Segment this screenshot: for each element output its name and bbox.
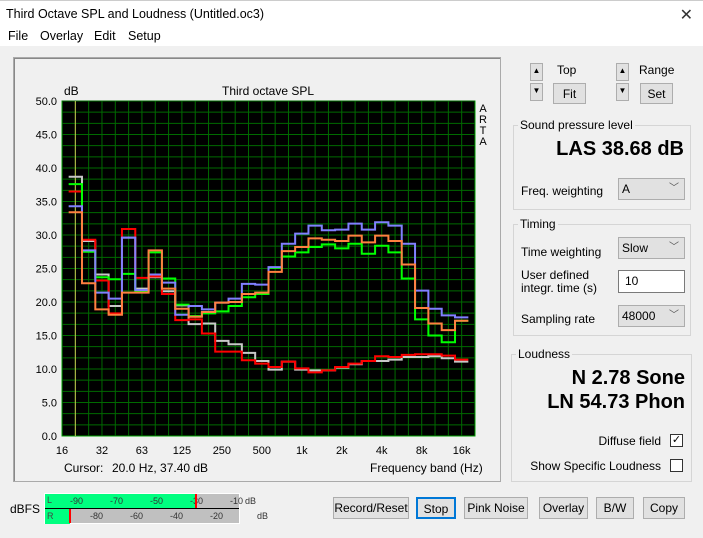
meter-L-tick: -10 xyxy=(230,496,244,506)
sampling-rate-select[interactable]: 48000 ﹀ xyxy=(618,305,685,327)
chevron-down-icon: ﹀ xyxy=(669,242,679,253)
integr-time-label-1: User defined xyxy=(521,268,590,282)
y-tick-label: 15.0 xyxy=(36,331,57,343)
timing-group-label: Timing xyxy=(518,217,558,231)
pink-noise-button[interactable]: Pink Noise xyxy=(464,497,528,519)
peak-marker xyxy=(69,509,72,523)
meter-R-tick: -40 xyxy=(170,511,184,521)
specific-loudness-checkbox[interactable] xyxy=(670,459,683,472)
specific-loudness-label: Show Specific Loudness xyxy=(530,459,661,473)
spl-value: LAS 38.68 dB xyxy=(556,138,684,160)
freq-weighting-value: A xyxy=(622,182,631,196)
loudness-group-label: Loudness xyxy=(516,347,573,361)
peak-marker xyxy=(194,494,197,508)
time-weighting-value: Slow xyxy=(622,241,649,255)
integr-time-label-2: integr. time (s) xyxy=(521,281,598,295)
cursor-label: Cursor: xyxy=(64,461,104,475)
meter-R-label: R xyxy=(47,511,54,521)
x-tick-label: 32 xyxy=(96,445,108,457)
meter-L-label: L xyxy=(47,495,53,505)
x-tick-label: 250 xyxy=(213,445,231,457)
fit-button[interactable]: Fit xyxy=(553,83,586,104)
diffuse-field-checkbox[interactable]: ✓ xyxy=(670,434,683,447)
integr-time-input[interactable]: 10 xyxy=(618,270,685,293)
meter-L-tick: -70 xyxy=(110,496,124,506)
timing-group: Timing Time weighting Slow ﹀ User defined… xyxy=(513,217,691,336)
y-tick-label: 5.0 xyxy=(42,398,57,410)
freq-weighting-select[interactable]: A ﹀ xyxy=(618,178,685,200)
x-tick-label: 8k xyxy=(416,445,428,457)
y-tick-label: 30.0 xyxy=(36,230,57,242)
range-up-button[interactable]: ▲ xyxy=(616,63,629,81)
record-reset-button[interactable]: Record/Reset xyxy=(333,497,409,519)
stop-button[interactable]: Stop xyxy=(416,497,456,519)
overlay-button[interactable]: Overlay xyxy=(539,497,588,519)
top-label: Top xyxy=(557,63,577,77)
meter-R-tick: -80 xyxy=(90,511,104,521)
x-tick-label: 63 xyxy=(136,445,148,457)
spl-group-label: Sound pressure level xyxy=(518,118,635,132)
y-tick-label: 20.0 xyxy=(36,297,57,309)
x-tick-label: 4k xyxy=(376,445,388,457)
meter-L-tick: -50 xyxy=(150,496,164,506)
set-button[interactable]: Set xyxy=(640,83,673,104)
meter-R-tick: -20 xyxy=(210,511,224,521)
x-axis-label: Frequency band (Hz) xyxy=(370,461,483,475)
freq-weighting-label: Freq. weighting xyxy=(521,184,604,198)
x-tick-label: 1k xyxy=(296,445,308,457)
y-tick-label: 45.0 xyxy=(36,130,57,142)
x-tick-label: 16k xyxy=(453,445,471,457)
spl-group: Sound pressure level LAS 38.68 dB Freq. … xyxy=(513,118,691,210)
chevron-down-icon: ﹀ xyxy=(669,310,679,321)
y-tick-label: 35.0 xyxy=(36,197,57,209)
y-tick-label: 0.0 xyxy=(42,431,57,443)
cursor-value: 20.0 Hz, 37.40 dB xyxy=(112,461,209,475)
side-label: A xyxy=(479,136,487,148)
meter-R-tick: dB xyxy=(257,511,269,521)
sampling-rate-value: 48000 xyxy=(622,309,656,323)
meter-L-tick: -90 xyxy=(70,496,84,506)
y-tick-label: 10.0 xyxy=(36,364,57,376)
sampling-rate-label: Sampling rate xyxy=(521,312,596,326)
diffuse-field-label: Diffuse field xyxy=(598,434,661,448)
loudness-sone-value: N 2.78 Sone xyxy=(571,367,685,389)
meter-R-tick: -60 xyxy=(130,511,144,521)
dbfs-label: dBFS xyxy=(10,502,41,516)
x-tick-label: 16 xyxy=(56,445,68,457)
top-down-button[interactable]: ▼ xyxy=(530,83,543,101)
time-weighting-label: Time weighting xyxy=(521,245,602,259)
meter-L-tick: dB xyxy=(245,496,257,506)
range-down-button[interactable]: ▼ xyxy=(616,83,629,101)
y-tick-label: 50.0 xyxy=(36,96,57,108)
time-weighting-select[interactable]: Slow ﹀ xyxy=(618,237,685,259)
copy-button[interactable]: Copy xyxy=(643,497,685,519)
bw-button[interactable]: B/W xyxy=(596,497,634,519)
y-tick-label: 25.0 xyxy=(36,264,57,276)
loudness-phon-value: LN 54.73 Phon xyxy=(547,391,685,413)
x-tick-label: 125 xyxy=(173,445,191,457)
x-tick-label: 2k xyxy=(336,445,348,457)
x-tick-label: 500 xyxy=(253,445,271,457)
loudness-group: Loudness N 2.78 Sone LN 54.73 Phon Diffu… xyxy=(511,347,692,482)
y-axis-label: dB xyxy=(64,84,79,98)
chevron-down-icon: ﹀ xyxy=(669,183,679,194)
range-label: Range xyxy=(639,63,675,77)
y-tick-label: 40.0 xyxy=(36,163,57,175)
top-up-button[interactable]: ▲ xyxy=(530,63,543,81)
chart-title: Third octave SPL xyxy=(222,84,315,98)
